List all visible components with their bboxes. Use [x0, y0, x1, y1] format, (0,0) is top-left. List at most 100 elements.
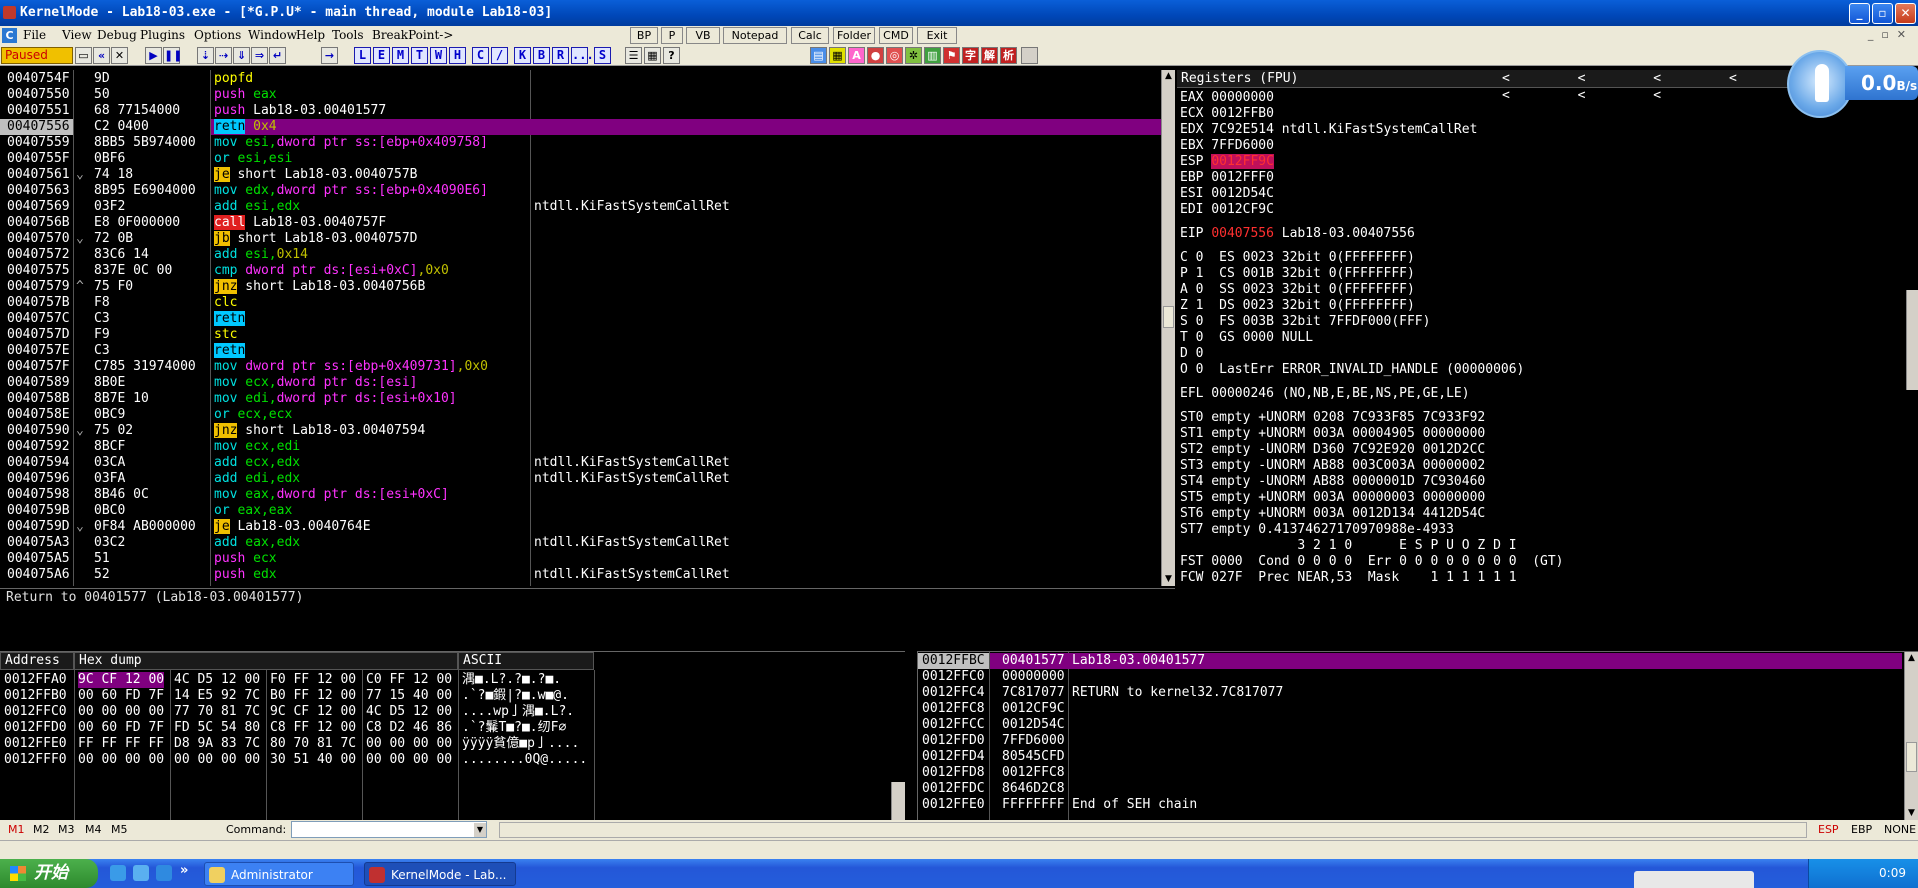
disassembly-scrollbar[interactable]: ▲ ▼	[1161, 70, 1175, 586]
references-button[interactable]: R	[552, 47, 569, 64]
a-icon[interactable]: A	[848, 47, 865, 64]
gear-icon[interactable]: ✲	[905, 47, 922, 64]
disasm-row[interactable]: 0040758B 8B7E 10 mov edi,dword ptr ds:[esi…	[0, 391, 1160, 407]
dump-row[interactable]: 0012FFD0 00 60 FD 7F FD 5C 54 80 C8 FF 12 0…	[0, 720, 905, 736]
task-administrator[interactable]: Administrator	[204, 862, 354, 886]
desktop-icon[interactable]	[133, 865, 149, 881]
task-kernelmode[interactable]: KernelMode - Lab...	[364, 862, 516, 886]
disasm-row[interactable]: 0040754F 9D popfd	[0, 71, 1160, 87]
register-line[interactable]: ST0 empty +UNORM 0208 7C933F85 7C933F92	[1180, 410, 1918, 426]
menu-debug[interactable]: Debug	[97, 26, 137, 45]
scroll-up-arrow-icon[interactable]: ▲	[1162, 70, 1175, 83]
chinese-icon-3[interactable]: 析	[1000, 47, 1017, 64]
register-line[interactable]: ST1 empty +UNORM 003A 00004905 00000000	[1180, 426, 1918, 442]
run-icon[interactable]: ▶	[145, 47, 162, 64]
disasm-row[interactable]: 0040756B E8 0F000000 call Lab18-03.0040757…	[0, 215, 1160, 231]
trace-over-icon[interactable]: ⇒	[251, 47, 268, 64]
register-line[interactable]: T 0 GS 0000 NULL	[1180, 330, 1918, 346]
register-line[interactable]: ST6 empty +UNORM 003A 0012D134 4412D54C	[1180, 506, 1918, 522]
register-line[interactable]: EIP 00407556 Lab18-03.00407556	[1180, 226, 1918, 242]
disasm-row[interactable]: 00407563 8B95 E6904000 mov edx,dword ptr s…	[0, 183, 1160, 199]
memory-tab-m3[interactable]: M3	[58, 820, 75, 840]
register-line[interactable]: ST2 empty -UNORM D360 7C92E920 0012D2CC	[1180, 442, 1918, 458]
register-line[interactable]: ESP 0012FF9C	[1180, 154, 1918, 170]
goto-icon[interactable]: →	[321, 47, 338, 64]
menu-plugins[interactable]: Plugins	[140, 26, 185, 45]
register-line[interactable]: ST7 empty 0.41374627170970988e-4933	[1180, 522, 1918, 538]
stack-row[interactable]: 0012FFC0 00000000	[918, 669, 1904, 685]
hex-dump-pane[interactable]: Address Hex dump ASCII 0012FFA0 9C CF 12 …	[0, 651, 905, 820]
chinese-icon-1[interactable]: 字	[962, 47, 979, 64]
step-into-icon[interactable]: ⇣	[197, 47, 214, 64]
minimize-button[interactable]: _	[1849, 3, 1870, 24]
language-bar[interactable]	[1634, 871, 1754, 888]
record-icon[interactable]: ●	[867, 47, 884, 64]
log-window-button[interactable]: L	[354, 47, 371, 64]
memory-tab-m1[interactable]: M1	[8, 820, 25, 840]
disasm-row[interactable]: 00407575 837E 0C 00 cmp dword ptr ds:[esi+…	[0, 263, 1160, 279]
memory-tab-m2[interactable]: M2	[33, 820, 50, 840]
chinese-icon-2[interactable]: 解	[981, 47, 998, 64]
menu-options[interactable]: Options	[194, 26, 241, 45]
stack-row[interactable]: 0012FFD8 0012FFC8	[918, 765, 1904, 781]
stack-row[interactable]: 0012FFC4 7C817077 RETURN to kernel32.7C817…	[918, 685, 1904, 701]
register-line[interactable]: ESI 0012D54C	[1180, 186, 1918, 202]
register-line[interactable]: S 0 FS 003B 32bit 7FFDF000(FFF)	[1180, 314, 1918, 330]
target-icon[interactable]: ◎	[886, 47, 903, 64]
memory-map-button[interactable]: M	[392, 47, 409, 64]
handles-button[interactable]: H	[449, 47, 466, 64]
register-line[interactable]: D 0	[1180, 346, 1918, 362]
register-line[interactable]: EDI 0012CF9C	[1180, 202, 1918, 218]
disasm-row[interactable]: 00407579 ^ 75 F0 jnz short Lab18-03.0040756…	[0, 279, 1160, 295]
registers-scrollbar[interactable]	[1906, 290, 1918, 390]
stack-row[interactable]: 0012FFDC 8646D2C8	[918, 781, 1904, 797]
dump-scrollbar[interactable]	[891, 782, 905, 820]
title-bar[interactable]: KernelMode - Lab18-03.exe - [*G.P.U* - m…	[0, 0, 1918, 26]
dump-ascii-header[interactable]: ASCII	[458, 652, 594, 670]
open-icon[interactable]: ▭	[75, 47, 92, 64]
cpu-window-icon[interactable]: C	[2, 28, 17, 43]
close-program-icon[interactable]: ✕	[111, 47, 128, 64]
stack-scrollbar[interactable]: ▲ ▼	[1904, 652, 1918, 820]
register-line[interactable]: EDX 7C92E514 ntdll.KiFastSystemCallRet	[1180, 122, 1918, 138]
extra-icon[interactable]	[1021, 47, 1038, 64]
disasm-row[interactable]: 0040758E 0BC9 or ecx,ecx	[0, 407, 1160, 423]
trace-into-icon[interactable]: ⇓	[233, 47, 250, 64]
windows-button[interactable]: W	[430, 47, 447, 64]
color-icon[interactable]: ▦	[829, 47, 846, 64]
disasm-row[interactable]: 0040757D F9 stc	[0, 327, 1160, 343]
info-pane[interactable]: Return to 00401577 (Lab18-03.00401577)	[0, 588, 1175, 649]
dump-address-header[interactable]: Address	[0, 652, 74, 670]
restart-icon[interactable]: «	[93, 47, 110, 64]
menu-breakpoint[interactable]: BreakPoint->	[372, 26, 453, 45]
flag-icon[interactable]: ⚑	[943, 47, 960, 64]
network-speed-widget[interactable]: 0.0B/s	[1787, 50, 1918, 118]
disasm-row[interactable]: 0040757C C3 retn	[0, 311, 1160, 327]
stack-row[interactable]: 0012FFD4 80545CFD	[918, 749, 1904, 765]
register-line[interactable]: O 0 LastErr ERROR_INVALID_HANDLE (000000…	[1180, 362, 1918, 378]
stack-scroll-down-icon[interactable]: ▼	[1905, 807, 1918, 820]
bp-button[interactable]: BP	[630, 27, 658, 44]
stack-pane[interactable]: 0012FFBC 00401577 Lab18-03.00401577 0012FFC…	[917, 651, 1918, 820]
register-line[interactable]: ST4 empty -UNORM AB88 0000001D 7C930460	[1180, 474, 1918, 490]
dump-row[interactable]: 0012FFB0 00 60 FD 7F 14 E5 92 7C B0 FF 12 0…	[0, 688, 905, 704]
source-button[interactable]: S	[594, 47, 611, 64]
disasm-row[interactable]: 0040757F C785 31974000 mov dword ptr ss:[e…	[0, 359, 1160, 375]
grid-icon[interactable]: ▦	[644, 47, 661, 64]
menu-window[interactable]: Window	[248, 26, 297, 45]
pause-icon[interactable]: ❚❚	[163, 47, 182, 64]
disasm-row[interactable]: 00407551 68 77154000 push Lab18-03.0040157…	[0, 103, 1160, 119]
register-line[interactable]: P 1 CS 001B 32bit 0(FFFFFFFF)	[1180, 266, 1918, 282]
start-button[interactable]: 开始	[0, 859, 98, 888]
disasm-row[interactable]: 0040755F 0BF6 or esi,esi	[0, 151, 1160, 167]
disasm-row[interactable]: 00407589 8B0E mov ecx,dword ptr ds:[esi]	[0, 375, 1160, 391]
disasm-row[interactable]: 004075A5 51 push ecx	[0, 551, 1160, 567]
browser-icon[interactable]	[156, 865, 172, 881]
stack-row[interactable]: 0012FFE0 FFFFFFFF End of SEH chain	[918, 797, 1904, 813]
disasm-row[interactable]: 00407598 8B46 0C mov eax,dword ptr ds:[esi…	[0, 487, 1160, 503]
disasm-row[interactable]: 00407561 ⌄ 74 18 je short Lab18-03.0040757B	[0, 167, 1160, 183]
menu-file[interactable]: File	[23, 26, 46, 45]
register-line[interactable]: Z 1 DS 0023 32bit 0(FFFFFFFF)	[1180, 298, 1918, 314]
disasm-row[interactable]: 0040757E C3 retn	[0, 343, 1160, 359]
register-line[interactable]: A 0 SS 0023 32bit 0(FFFFFFFF)	[1180, 282, 1918, 298]
